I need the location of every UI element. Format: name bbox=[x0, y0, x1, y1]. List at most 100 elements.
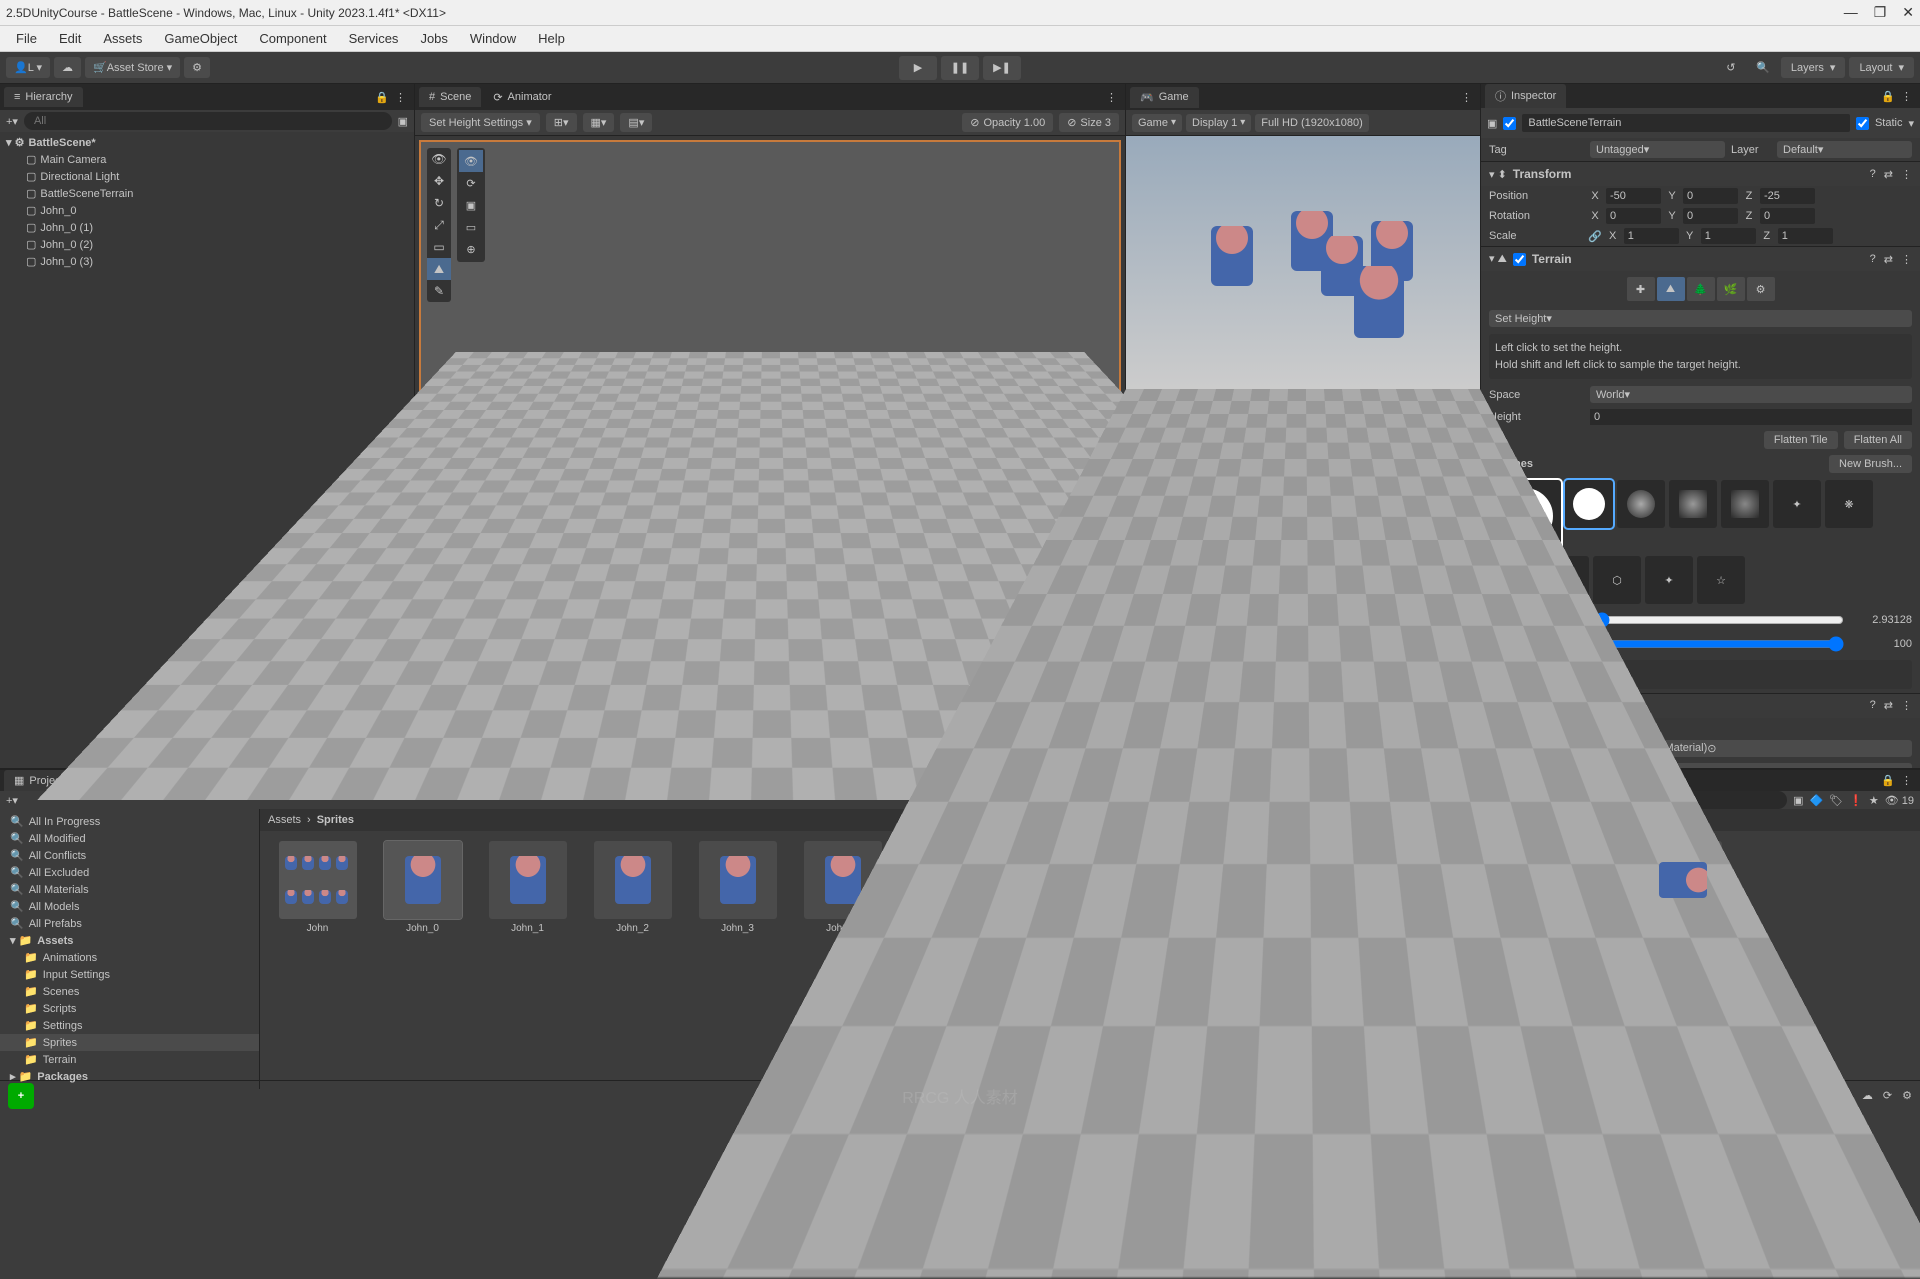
pos-x-input[interactable] bbox=[1606, 188, 1661, 204]
scale-tool[interactable]: ⤢ bbox=[427, 214, 451, 236]
brush-item[interactable]: ⬡ bbox=[1593, 556, 1641, 604]
brush-item[interactable]: ✦ bbox=[1645, 556, 1693, 604]
globe-icon[interactable]: ⊕ bbox=[459, 238, 483, 260]
favorite-item[interactable]: 🔍 All Models bbox=[0, 898, 259, 915]
brush-item[interactable]: ✦ bbox=[1773, 480, 1821, 528]
status-icon[interactable]: ⟳ bbox=[1883, 1089, 1892, 1102]
breadcrumb-item[interactable]: Assets bbox=[268, 814, 301, 826]
favorite-item[interactable]: 🔍 All Conflicts bbox=[0, 847, 259, 864]
search-icon[interactable]: 🔍 bbox=[1749, 56, 1777, 80]
terrain-mode-dropdown[interactable]: Set Height ▾ bbox=[1489, 310, 1912, 327]
move-tool[interactable]: ✥ bbox=[427, 170, 451, 192]
brush-item[interactable]: ☆ bbox=[1697, 556, 1745, 604]
account-button[interactable]: 👤 L ▾ bbox=[6, 57, 50, 78]
asset-item[interactable]: John_0 bbox=[375, 841, 470, 934]
terrain-details-tool[interactable]: 🌿 bbox=[1717, 277, 1745, 301]
menu-file[interactable]: File bbox=[6, 28, 47, 49]
rotate-tool[interactable]: ↻ bbox=[427, 192, 451, 214]
tab-inspector[interactable]: ⓘ Inspector bbox=[1485, 84, 1566, 108]
folder-item[interactable]: 📁 Terrain bbox=[0, 1051, 259, 1068]
grid-button[interactable]: ⊞▾ bbox=[546, 113, 577, 132]
asset-store-button[interactable]: 🛒 Asset Store ▾ bbox=[85, 57, 180, 78]
menu-icon[interactable]: ⋮ bbox=[1461, 91, 1472, 104]
asset-item[interactable]: John_3 bbox=[690, 841, 785, 934]
cloud-button[interactable]: ☁ bbox=[54, 57, 81, 78]
favorite-item[interactable]: 🔍 All Modified bbox=[0, 830, 259, 847]
menu-icon[interactable]: ⋮ bbox=[1901, 168, 1912, 181]
hierarchy-item[interactable]: ▢ John_0 (1) bbox=[0, 219, 414, 236]
opacity-slider[interactable] bbox=[1587, 636, 1844, 652]
flatten-all-button[interactable]: Flatten All bbox=[1844, 431, 1912, 449]
brush-size-slider[interactable] bbox=[1587, 612, 1844, 628]
folder-item[interactable]: 📁 Animations bbox=[0, 949, 259, 966]
terrain-tool[interactable]: ⛰ bbox=[427, 258, 451, 280]
game-mode-dropdown[interactable]: Game ▾ bbox=[1132, 114, 1182, 132]
terrain-header[interactable]: ▾ ⛰ Terrain ?⇄⋮ bbox=[1481, 247, 1920, 271]
folder-item[interactable]: 📁 Scenes bbox=[0, 983, 259, 1000]
status-icon[interactable]: ☁ bbox=[1862, 1089, 1873, 1102]
pos-y-input[interactable] bbox=[1683, 188, 1738, 204]
menu-icon[interactable]: ⋮ bbox=[1901, 774, 1912, 787]
brush-item[interactable] bbox=[1565, 480, 1613, 528]
scene-root[interactable]: ▾ ⚙ BattleScene* bbox=[0, 134, 414, 151]
terrain-trees-tool[interactable]: 🌲 bbox=[1687, 277, 1715, 301]
crop-icon[interactable]: ▣ bbox=[459, 194, 483, 216]
menu-jobs[interactable]: Jobs bbox=[410, 28, 457, 49]
opacity-display[interactable]: ⊘ Opacity 1.00 bbox=[962, 113, 1053, 132]
terrain-settings-tool[interactable]: ⚙ bbox=[1747, 277, 1775, 301]
active-checkbox[interactable] bbox=[1503, 117, 1516, 130]
folder-item[interactable]: 📁 Settings bbox=[0, 1017, 259, 1034]
custom-tool[interactable]: ✎ bbox=[427, 280, 451, 302]
filter-icon[interactable]: ▣ bbox=[1793, 794, 1803, 807]
preset-icon[interactable]: ⇄ bbox=[1884, 168, 1893, 181]
menu-icon[interactable]: ⋮ bbox=[1901, 699, 1912, 712]
lock-icon[interactable]: 🔒 bbox=[1881, 774, 1895, 787]
menu-window[interactable]: Window bbox=[460, 28, 526, 49]
add-button[interactable]: +▾ bbox=[6, 115, 18, 128]
space-dropdown[interactable]: World ▾ bbox=[1590, 386, 1912, 403]
menu-gameobject[interactable]: GameObject bbox=[154, 28, 247, 49]
lock-icon[interactable]: 🔒 bbox=[375, 91, 389, 104]
filter-icon[interactable]: ❗ bbox=[1849, 794, 1863, 807]
help-icon[interactable]: ? bbox=[1870, 699, 1876, 712]
menu-icon[interactable]: ⋮ bbox=[1901, 90, 1912, 103]
assets-folder[interactable]: ▾ 📁 Assets bbox=[0, 932, 259, 949]
folder-item[interactable]: 📁 Input Settings bbox=[0, 966, 259, 983]
minimize-button[interactable]: — bbox=[1844, 4, 1858, 21]
favorite-item[interactable]: 🔍 All Excluded bbox=[0, 864, 259, 881]
preset-icon[interactable]: ⇄ bbox=[1884, 253, 1893, 266]
brush-size-display[interactable]: ⊘ Size 3 bbox=[1059, 113, 1119, 132]
help-icon[interactable]: ? bbox=[1870, 168, 1876, 181]
asset-item[interactable]: John_1 bbox=[480, 841, 575, 934]
folder-item[interactable]: 📁 Sprites bbox=[0, 1034, 259, 1051]
preset-icon[interactable]: ⇄ bbox=[1884, 699, 1893, 712]
favorite-item[interactable]: 🔍 All Prefabs bbox=[0, 915, 259, 932]
scale-y-input[interactable] bbox=[1701, 228, 1756, 244]
transform-header[interactable]: ▾ ⬍ Transform ?⇄⋮ bbox=[1481, 162, 1920, 186]
terrain-paint-tool[interactable]: ⛰ bbox=[1657, 277, 1685, 301]
hierarchy-item[interactable]: ▢ John_0 bbox=[0, 202, 414, 219]
asset-item[interactable]: John bbox=[270, 841, 365, 934]
menu-edit[interactable]: Edit bbox=[49, 28, 91, 49]
pos-z-input[interactable] bbox=[1760, 188, 1815, 204]
terrain-mode-dropdown[interactable]: Set Height Settings ▾ bbox=[421, 113, 540, 132]
plus-icon[interactable]: + bbox=[8, 1083, 34, 1109]
shade-button[interactable]: ▤▾ bbox=[620, 113, 652, 132]
play-button[interactable]: ▶ bbox=[899, 56, 937, 80]
filter-icon[interactable]: ▣ bbox=[398, 115, 408, 128]
favorite-item[interactable]: 🔍 All In Progress bbox=[0, 813, 259, 830]
menu-icon[interactable]: ⋮ bbox=[1106, 91, 1117, 104]
add-button[interactable]: +▾ bbox=[6, 794, 18, 807]
new-brush-button[interactable]: New Brush... bbox=[1829, 455, 1912, 473]
rect-icon[interactable]: ▭ bbox=[459, 216, 483, 238]
snap-button[interactable]: ▦▾ bbox=[583, 113, 615, 132]
object-name-input[interactable] bbox=[1522, 114, 1850, 132]
menu-icon[interactable]: ⋮ bbox=[1901, 253, 1912, 266]
breadcrumb-item[interactable]: Sprites bbox=[317, 814, 354, 826]
rect-tool[interactable]: ▭ bbox=[427, 236, 451, 258]
pause-button[interactable]: ❚❚ bbox=[941, 56, 979, 80]
menu-help[interactable]: Help bbox=[528, 28, 575, 49]
hierarchy-item[interactable]: ▢ John_0 (2) bbox=[0, 236, 414, 253]
brush-item[interactable] bbox=[1617, 480, 1665, 528]
height-input[interactable] bbox=[1590, 409, 1912, 425]
